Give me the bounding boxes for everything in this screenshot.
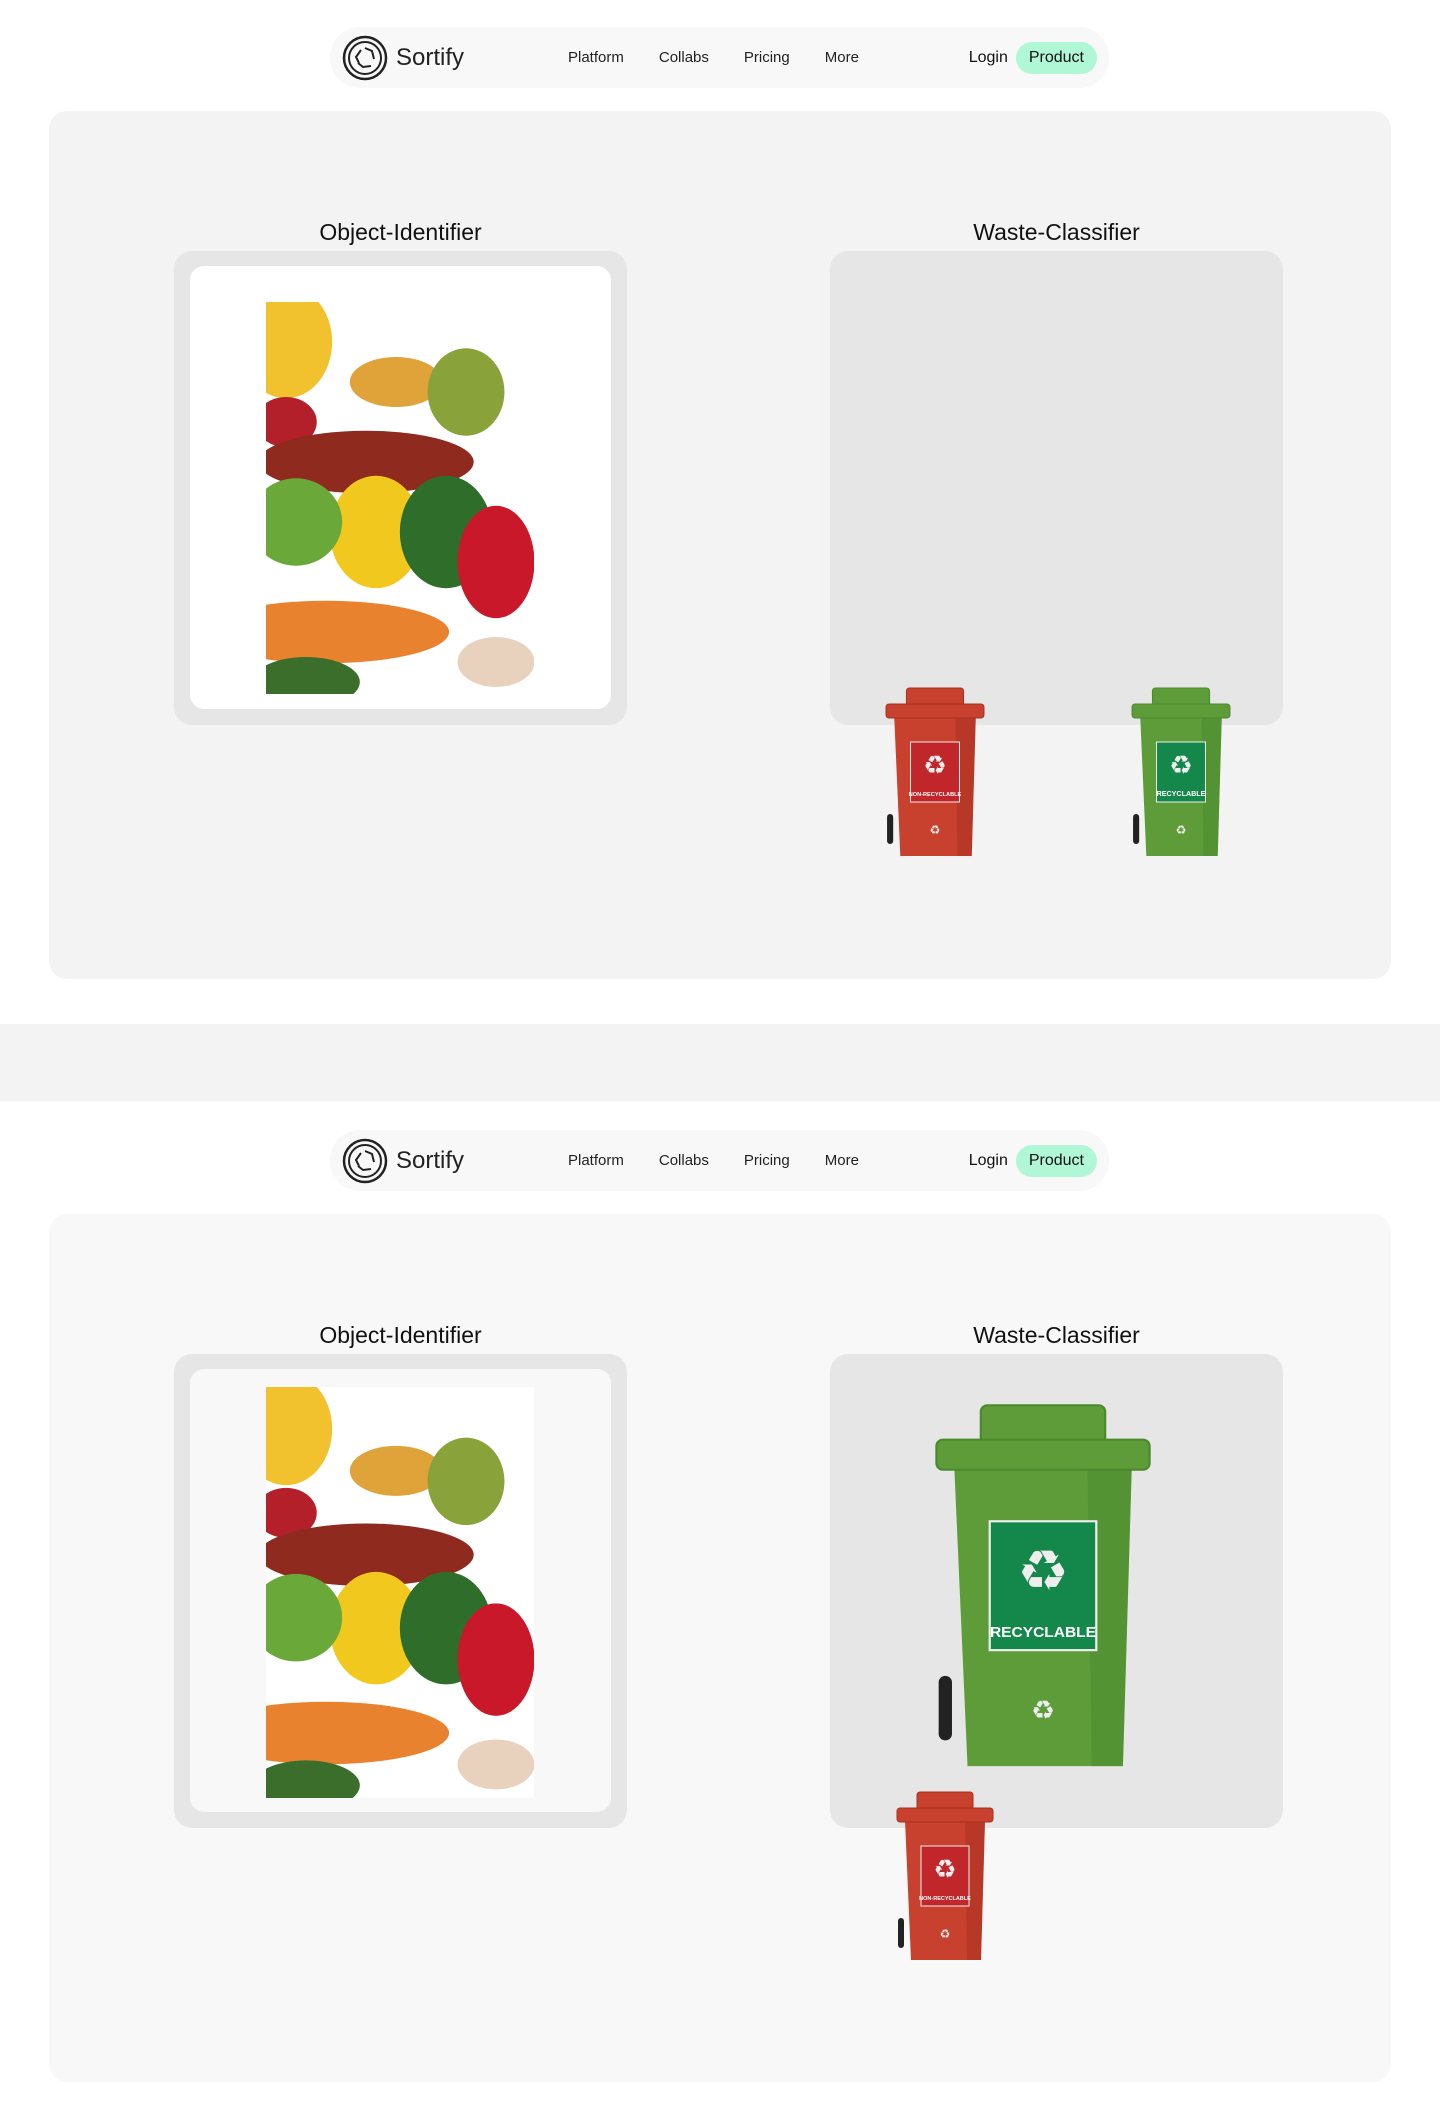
waste-classifier-title: Waste-Classifier: [973, 1322, 1140, 1348]
login-link[interactable]: Login: [969, 49, 1008, 67]
bin-label: NON-RECYCLABLE: [909, 792, 962, 798]
svg-text:♻: ♻: [1031, 1695, 1055, 1724]
top-nav: Sortify Platform Collabs Pricing More Lo…: [330, 27, 1109, 88]
object-identifier-title: Object-Identifier: [319, 1322, 482, 1348]
recyclable-bin-selected[interactable]: ♻ RECYCLABLE ♻: [932, 1401, 1154, 1779]
non-recyclable-bin[interactable]: ♻ NON-RECYCLABLE ♻: [884, 686, 986, 862]
bin-label: RECYCLABLE: [990, 1624, 1096, 1641]
object-identifier-title: Object-Identifier: [319, 219, 482, 245]
login-link[interactable]: Login: [969, 1152, 1008, 1170]
demo-panel: Object-Identifier Waste-Classifier: [49, 1214, 1391, 2082]
nav-platform[interactable]: Platform: [568, 1152, 624, 1169]
food-waste-image: [266, 1387, 534, 1798]
recyclable-bin[interactable]: ♻ RECYCLABLE ♻: [1130, 686, 1232, 862]
svg-text:♻: ♻: [933, 1854, 956, 1884]
recycle-logo-icon: [342, 35, 388, 80]
nav-collabs[interactable]: Collabs: [659, 1152, 709, 1169]
svg-text:♻: ♻: [940, 1927, 951, 1941]
food-waste-image: [266, 302, 534, 694]
product-button[interactable]: Product: [1015, 41, 1097, 74]
waste-classifier-box[interactable]: [830, 251, 1283, 725]
bin-label: RECYCLABLE: [1157, 791, 1206, 798]
bin-label: NON-RECYCLABLE: [919, 1896, 971, 1902]
svg-text:♻: ♻: [930, 823, 941, 837]
nav-pricing[interactable]: Pricing: [744, 49, 790, 66]
nav-pricing[interactable]: Pricing: [744, 1152, 790, 1169]
svg-text:♻: ♻: [1169, 750, 1193, 780]
object-identifier-box[interactable]: [174, 1354, 627, 1828]
brand-logo[interactable]: Sortify: [342, 1138, 464, 1184]
brand-name: Sortify: [396, 1146, 465, 1174]
svg-text:♻: ♻: [1176, 823, 1187, 837]
product-button[interactable]: Product: [1015, 1144, 1097, 1177]
recycle-logo-icon: [342, 1138, 388, 1183]
brand-name: Sortify: [396, 43, 465, 71]
nav-more[interactable]: More: [825, 49, 859, 66]
non-recyclable-bin[interactable]: ♻ NON-RECYCLABLE ♻: [895, 1790, 995, 1966]
object-identifier-box[interactable]: [174, 251, 627, 725]
nav-more[interactable]: More: [825, 1152, 859, 1169]
svg-text:♻: ♻: [1017, 1541, 1069, 1603]
brand-logo[interactable]: Sortify: [342, 35, 464, 81]
section-divider: [0, 1024, 1440, 1101]
nav-collabs[interactable]: Collabs: [659, 49, 709, 66]
svg-text:♻: ♻: [923, 750, 947, 780]
top-nav: Sortify Platform Collabs Pricing More Lo…: [330, 1130, 1109, 1191]
nav-platform[interactable]: Platform: [568, 49, 624, 66]
waste-classifier-title: Waste-Classifier: [973, 219, 1140, 245]
